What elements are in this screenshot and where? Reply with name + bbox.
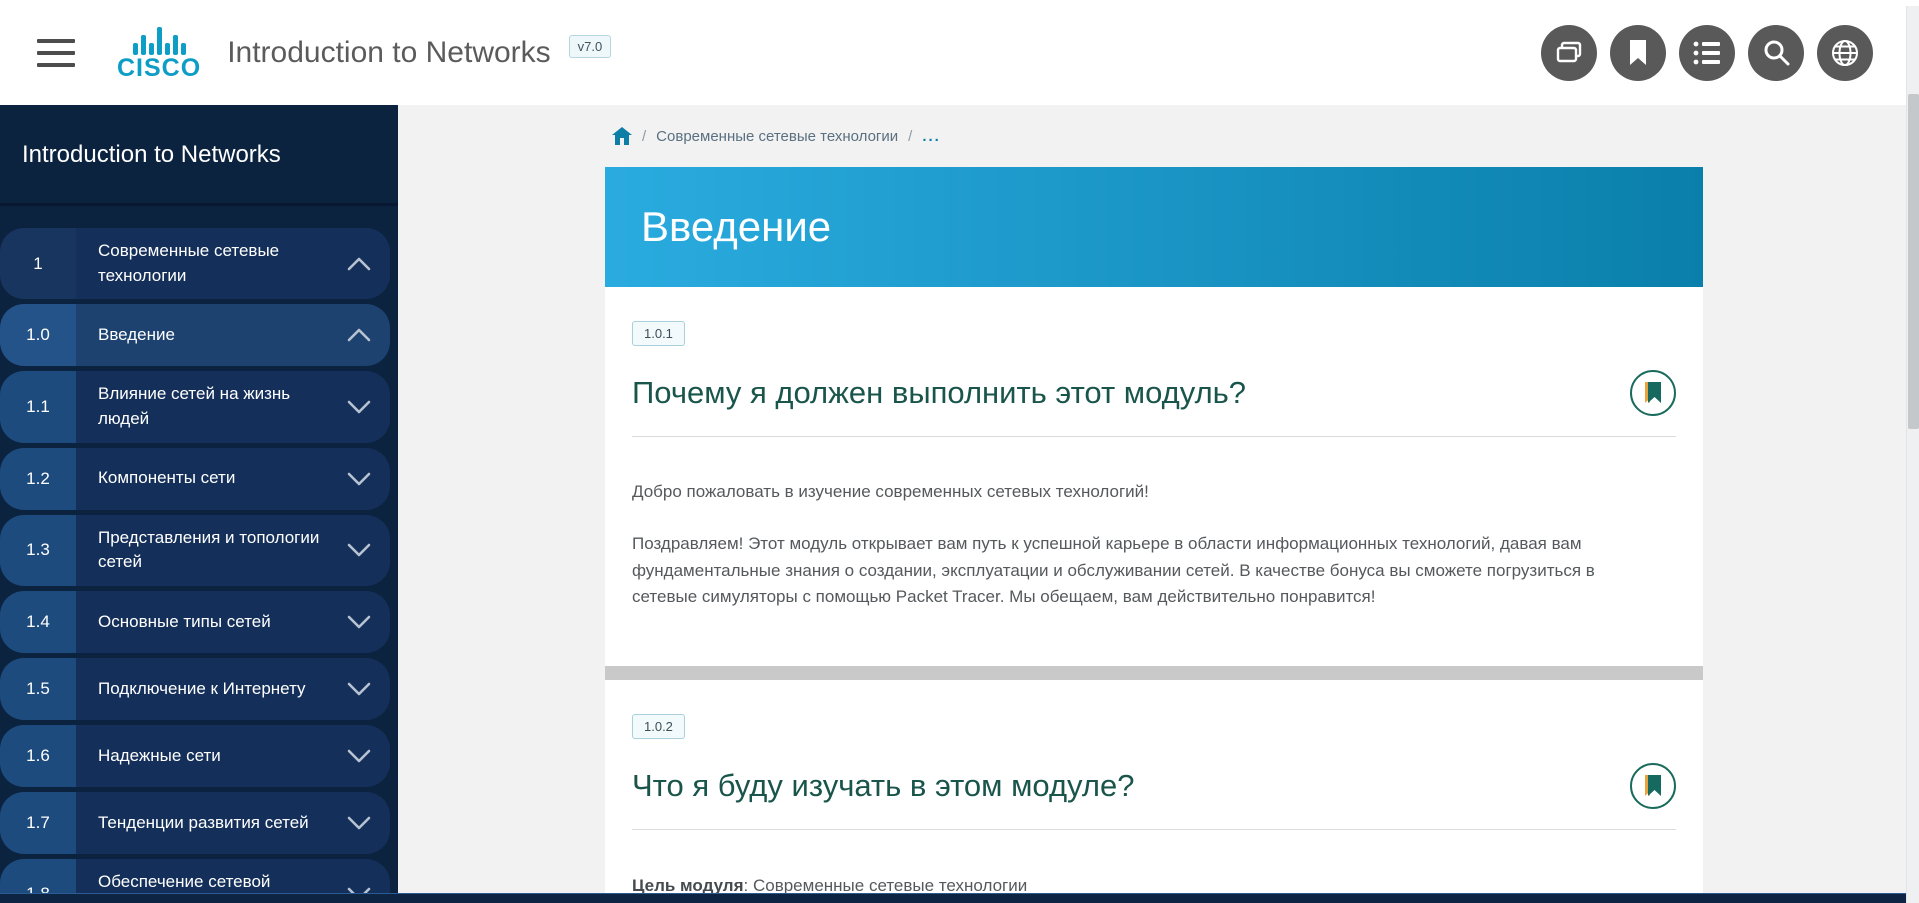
cisco-logo-text: CISCO: [117, 56, 201, 81]
chevron-icon: [346, 748, 372, 764]
paragraph: Поздравляем! Этот модуль открывает вам п…: [632, 531, 1662, 610]
nav-item-label: Влияние сетей на жизнь людей: [98, 382, 328, 431]
nav-item-label: Современные сетевые технологии: [98, 239, 328, 288]
vertical-scrollbar[interactable]: [1906, 6, 1919, 903]
home-icon[interactable]: [612, 127, 632, 145]
bookmark-topic-button[interactable]: [1630, 370, 1676, 416]
topic-section-1-0-2: 1.0.2 Что я буду изучать в этом модуле? …: [632, 680, 1676, 903]
globe-icon[interactable]: [1817, 25, 1873, 81]
banner-title: Введение: [641, 203, 831, 251]
nav-item-label: Представления и топологии сетей: [98, 526, 328, 575]
chevron-icon: [346, 399, 372, 415]
chevron-icon: [346, 256, 372, 272]
sidebar-header: Introduction to Networks: [0, 105, 398, 206]
list-icon[interactable]: [1679, 25, 1735, 81]
chevron-icon: [346, 471, 372, 487]
scrollbar-thumb[interactable]: [1908, 94, 1919, 429]
nav-item-label: Основные типы сетей: [98, 610, 271, 635]
nav-item-number: 1.6: [0, 725, 76, 787]
nav-item-label: Надежные сети: [98, 744, 221, 769]
sidebar-nav-item-1-1[interactable]: 1.1 Влияние сетей на жизнь людей: [0, 371, 390, 442]
main-content: / Современные сетевые технологии / ... В…: [398, 105, 1919, 903]
bookmarks-icon[interactable]: [1610, 25, 1666, 81]
nav-item-number: 1.2: [0, 448, 76, 510]
topic-paragraphs: Добро пожаловать в изучение современных …: [632, 437, 1676, 666]
topic-title: Почему я должен выполнить этот модуль?: [632, 375, 1246, 411]
hamburger-menu-icon[interactable]: [37, 31, 75, 75]
header-toolbar: [1541, 25, 1873, 81]
nav-item-number: 1.7: [0, 792, 76, 854]
section-banner: Введение: [605, 167, 1703, 287]
chevron-icon: [346, 815, 372, 831]
section-divider: [605, 666, 1703, 680]
nav-item-number: 1.5: [0, 658, 76, 720]
nav-item-label: Введение: [98, 323, 175, 348]
topic-number-badge: 1.0.2: [632, 714, 685, 739]
sidebar-course-title: Introduction to Networks: [22, 141, 376, 169]
sidebar-nav-item-1-3[interactable]: 1.3 Представления и топологии сетей: [0, 515, 390, 586]
nav-item-number: 1.4: [0, 591, 76, 653]
nav-item-number: 1.1: [0, 371, 76, 442]
course-title: Introduction to Networks: [227, 36, 550, 70]
paragraph: Добро пожаловать в изучение современных …: [632, 479, 1662, 505]
content-card: Введение 1.0.1 Почему я должен выполнить…: [605, 167, 1703, 903]
sidebar-nav-item-1-0[interactable]: 1.0 Введение: [0, 304, 390, 366]
breadcrumb-separator: /: [642, 128, 646, 145]
breadcrumb: / Современные сетевые технологии / ...: [398, 105, 1919, 145]
bookmark-topic-button[interactable]: [1630, 763, 1676, 809]
chevron-icon: [346, 614, 372, 630]
chevron-icon: [346, 327, 372, 343]
app-header: CISCO Introduction to Networks v7.0: [0, 0, 1919, 105]
sidebar-nav-item-1-7[interactable]: 1.7 Тенденции развития сетей: [0, 792, 390, 854]
card-body: 1.0.1 Почему я должен выполнить этот мод…: [605, 287, 1703, 903]
nav-item-label: Тенденции развития сетей: [98, 811, 309, 836]
nav-item-number: 1.0: [0, 304, 76, 366]
chevron-icon: [346, 681, 372, 697]
nav-item-number: 1: [0, 228, 76, 299]
sidebar-nav-item-1-4[interactable]: 1.4 Основные типы сетей: [0, 591, 390, 653]
course-sidebar: Introduction to Networks 1 Современные с…: [0, 105, 398, 903]
nav-item-label: Подключение к Интернету: [98, 677, 306, 702]
breadcrumb-separator: /: [908, 128, 912, 145]
sidebar-nav-item-1-5[interactable]: 1.5 Подключение к Интернету: [0, 658, 390, 720]
topic-number-badge: 1.0.1: [632, 321, 685, 346]
nav-item-label: Компоненты сети: [98, 466, 235, 491]
module-nav-list: 1 Современные сетевые технологии 1.0 Вве…: [0, 206, 398, 903]
windows-icon[interactable]: [1541, 25, 1597, 81]
sidebar-nav-item-1-6[interactable]: 1.6 Надежные сети: [0, 725, 390, 787]
cisco-logo: CISCO: [117, 25, 201, 81]
sidebar-nav-item-1[interactable]: 1 Современные сетевые технологии: [0, 228, 390, 299]
breadcrumb-ellipsis[interactable]: ...: [922, 128, 941, 145]
cisco-logo-bars-icon: [133, 25, 186, 55]
bottom-bar: [0, 893, 1919, 903]
nav-item-number: 1.3: [0, 515, 76, 586]
chevron-icon: [346, 542, 372, 558]
version-badge: v7.0: [569, 35, 612, 58]
topic-section-1-0-1: 1.0.1 Почему я должен выполнить этот мод…: [632, 287, 1676, 666]
topic-title: Что я буду изучать в этом модуле?: [632, 768, 1134, 804]
breadcrumb-module-link[interactable]: Современные сетевые технологии: [656, 128, 898, 145]
sidebar-nav-item-1-2[interactable]: 1.2 Компоненты сети: [0, 448, 390, 510]
search-icon[interactable]: [1748, 25, 1804, 81]
